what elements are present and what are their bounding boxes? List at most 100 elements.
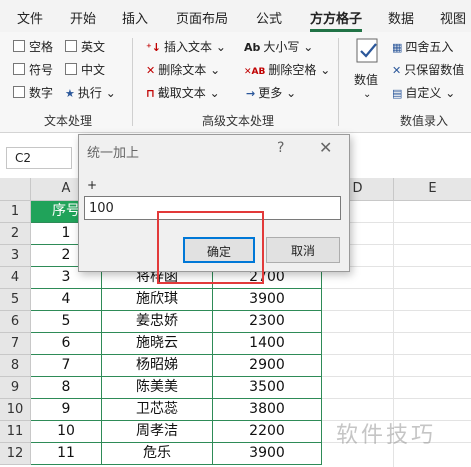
dialog-prompt: + <box>87 178 98 192</box>
row-header[interactable]: 9 <box>0 377 31 399</box>
checkbox-icon <box>65 63 77 75</box>
check-chinese[interactable]: 中文 <box>65 63 105 77</box>
check-label: 符号 <box>29 63 54 77</box>
tab-fangfang[interactable]: 方方格子 <box>310 8 362 27</box>
table-cell[interactable]: 3800 <box>213 399 322 421</box>
group-divider <box>338 38 339 126</box>
table-cell[interactable]: 11 <box>31 443 102 465</box>
check-label: 空格 <box>29 40 54 54</box>
keep-value-icon: ✕ <box>392 64 402 77</box>
table-cell[interactable]: 6 <box>31 333 102 355</box>
row-header[interactable]: 5 <box>0 289 31 311</box>
chevron-down-icon[interactable]: ⌄ <box>363 88 371 102</box>
custom-label: 自定义 <box>405 86 442 100</box>
value-button[interactable]: 数值 <box>354 73 378 87</box>
table-cell[interactable]: 卫芯蕊 <box>102 399 213 421</box>
table-cell[interactable]: 2200 <box>213 421 322 443</box>
more-label: 更多 <box>258 86 283 100</box>
more-button[interactable]: → 更多 ⌄ <box>246 86 296 101</box>
gridline <box>322 332 471 333</box>
round-button[interactable]: ▦ 四舍五入 <box>392 40 453 55</box>
extract-text-button[interactable]: ⊓ 截取文本 ⌄ <box>146 86 220 101</box>
row-header[interactable]: 7 <box>0 333 31 355</box>
chevron-down-icon: ⌄ <box>210 63 221 77</box>
extract-text-icon: ⊓ <box>146 87 155 100</box>
round-label: 四舍五入 <box>405 40 454 54</box>
chevron-down-icon: ⌄ <box>286 86 297 100</box>
row-header[interactable]: 4 <box>0 267 31 289</box>
table-cell[interactable]: 1400 <box>213 333 322 355</box>
chevron-down-icon: ⌄ <box>320 63 331 77</box>
group-divider <box>132 38 133 126</box>
row-header[interactable]: 6 <box>0 311 31 333</box>
delete-space-button[interactable]: ✕AB 删除空格 ⌄ <box>244 63 330 79</box>
row-header[interactable]: 2 <box>0 223 31 245</box>
table-cell[interactable]: 8 <box>31 377 102 399</box>
ribbon-panel: 空格 英文 符号 中文 数字 ★ 执行 ⌄ 文本处理 ⁺↓ 插入文本 ⌄ ✕ 删除文本… <box>0 32 471 133</box>
check-number[interactable]: 数字 <box>13 86 53 100</box>
help-icon[interactable]: ? <box>277 140 284 156</box>
value-entry-icon <box>355 38 383 64</box>
chevron-down-icon: ⌄ <box>105 86 116 100</box>
tab-insert[interactable]: 插入 <box>122 8 148 27</box>
tab-file[interactable]: 文件 <box>17 8 43 27</box>
select-all-corner[interactable] <box>0 178 31 201</box>
table-cell[interactable]: 3500 <box>213 377 322 399</box>
tab-formulas[interactable]: 公式 <box>256 8 282 27</box>
checkbox-icon <box>13 86 25 98</box>
keep-value-button[interactable]: ✕ 只保留数值 <box>392 63 464 78</box>
check-space[interactable]: 空格 <box>13 40 53 54</box>
table-cell[interactable]: 危乐 <box>102 443 213 465</box>
table-cell[interactable]: 5 <box>31 311 102 333</box>
row-header[interactable]: 10 <box>0 399 31 421</box>
table-cell[interactable]: 施晓云 <box>102 333 213 355</box>
table-cell[interactable]: 施欣琪 <box>102 289 213 311</box>
table-cell[interactable]: 周孝洁 <box>102 421 213 443</box>
table-cell[interactable]: 9 <box>31 399 102 421</box>
table-cell[interactable]: 陈美美 <box>102 377 213 399</box>
table-cell[interactable]: 3900 <box>213 289 322 311</box>
delete-text-button[interactable]: ✕ 删除文本 ⌄ <box>146 63 220 78</box>
tab-data[interactable]: 数据 <box>388 8 414 27</box>
gridline <box>322 354 471 355</box>
custom-icon: ▤ <box>392 87 403 100</box>
row-header[interactable]: 11 <box>0 421 31 443</box>
table-cell[interactable]: 杨昭娣 <box>102 355 213 377</box>
tab-page-layout[interactable]: 页面布局 <box>176 8 228 27</box>
custom-button[interactable]: ▤ 自定义 ⌄ <box>392 86 455 101</box>
row-header[interactable]: 3 <box>0 245 31 267</box>
table-cell[interactable]: 10 <box>31 421 102 443</box>
keep-value-label: 只保留数值 <box>404 63 465 77</box>
table-cell[interactable]: 2300 <box>213 311 322 333</box>
tab-view[interactable]: 视图 <box>440 8 466 27</box>
name-box[interactable]: C2 <box>6 147 72 169</box>
table-cell[interactable]: 2900 <box>213 355 322 377</box>
case-button[interactable]: Ab 大小写 ⌄ <box>244 40 313 55</box>
close-icon[interactable]: ✕ <box>319 138 332 157</box>
row-header[interactable]: 8 <box>0 355 31 377</box>
gridline <box>322 376 471 377</box>
insert-text-button[interactable]: ⁺↓ 插入文本 ⌄ <box>146 40 226 55</box>
col-header-e[interactable]: E <box>394 178 471 201</box>
watermark: 软件技巧 <box>336 423 437 448</box>
chevron-down-icon: ⌄ <box>209 86 220 100</box>
table-cell[interactable]: 姜忠娇 <box>102 311 213 333</box>
execute-button[interactable]: ★ 执行 ⌄ <box>65 86 116 101</box>
check-label: 中文 <box>81 63 106 77</box>
cancel-button[interactable]: 取消 <box>266 237 340 263</box>
delete-text-label: 删除文本 <box>158 63 207 77</box>
chevron-down-icon: ⌄ <box>445 86 456 100</box>
check-symbol[interactable]: 符号 <box>13 63 53 77</box>
execute-label: 执行 <box>77 86 102 100</box>
star-icon: ★ <box>65 87 75 100</box>
row-header[interactable]: 1 <box>0 201 31 223</box>
check-english[interactable]: 英文 <box>65 40 105 54</box>
tab-home[interactable]: 开始 <box>70 8 96 27</box>
table-cell[interactable]: 7 <box>31 355 102 377</box>
table-cell[interactable]: 3900 <box>213 443 322 465</box>
case-label: 大小写 <box>263 40 300 54</box>
insert-text-icon: ⁺↓ <box>146 41 162 54</box>
table-cell[interactable]: 4 <box>31 289 102 311</box>
ribbon-tabs: 文件 开始 插入 页面布局 公式 方方格子 数据 视图 <box>0 0 471 32</box>
row-header[interactable]: 12 <box>0 443 31 465</box>
